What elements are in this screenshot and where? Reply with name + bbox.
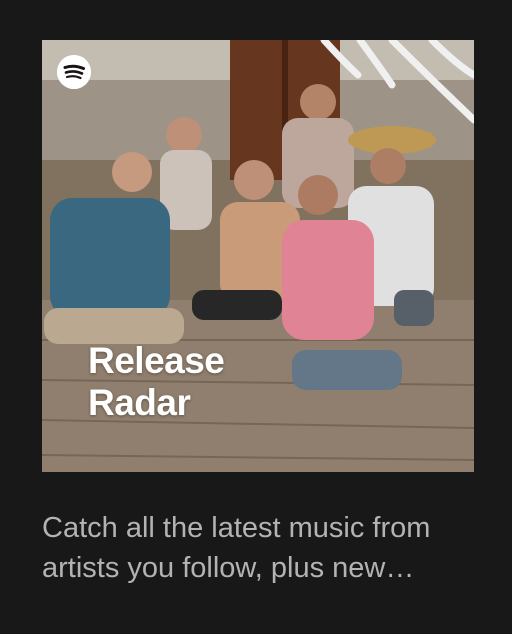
cover-title: Release Radar	[88, 340, 225, 424]
playlist-cover[interactable]: Release Radar	[42, 40, 474, 472]
playlist-card[interactable]: Release Radar Catch all the latest music…	[0, 0, 512, 634]
cover-title-line-1: Release	[88, 340, 225, 381]
cover-title-line-2: Radar	[88, 382, 191, 423]
playlist-description: Catch all the latest music from artists …	[42, 512, 431, 584]
spotify-logo-icon	[57, 55, 91, 89]
